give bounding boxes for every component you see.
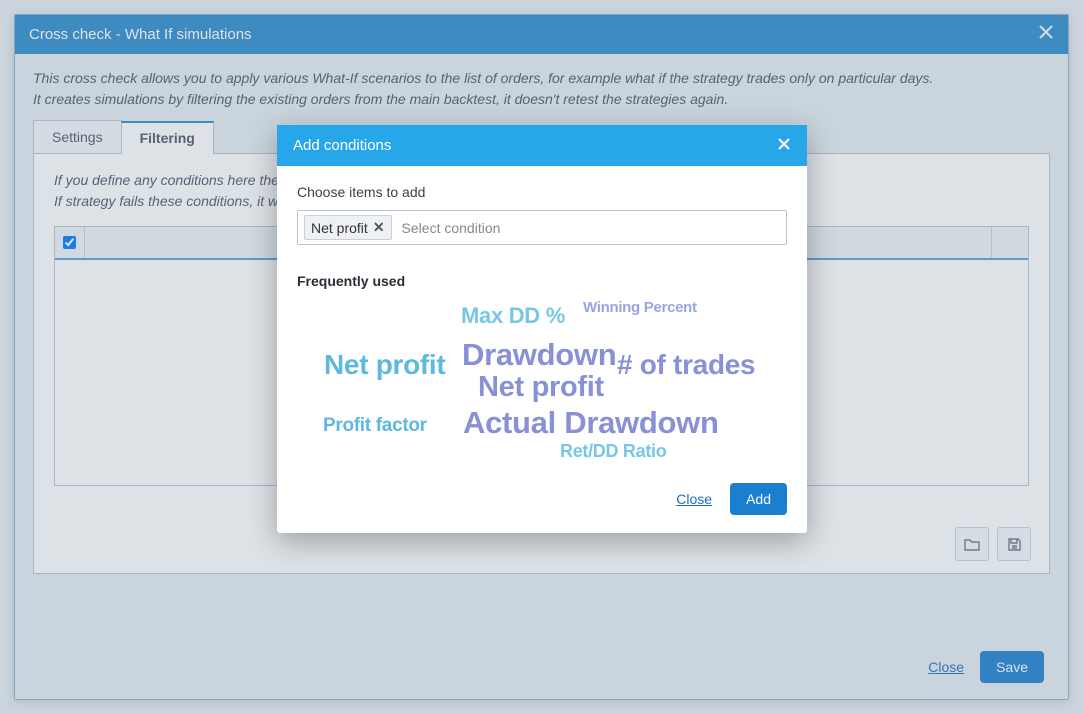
cloud-tag-winningPct[interactable]: Winning Percent bbox=[583, 299, 697, 316]
cloud-tag-netProfit2[interactable]: Net profit bbox=[478, 371, 604, 404]
add-conditions-dialog: Add conditions Choose items to add Net p… bbox=[277, 125, 807, 533]
remove-tag-icon[interactable]: ✕ bbox=[373, 219, 385, 236]
tag-chip-label: Net profit bbox=[311, 220, 368, 236]
selected-tag-chip: Net profit ✕ bbox=[304, 215, 392, 240]
add-conditions-footer: Close Add bbox=[277, 483, 807, 533]
add-button[interactable]: Add bbox=[730, 483, 787, 515]
cloud-tag-profitFactor[interactable]: Profit factor bbox=[323, 415, 427, 437]
close-button[interactable]: Close bbox=[676, 491, 712, 507]
condition-input-placeholder[interactable]: Select condition bbox=[398, 218, 780, 238]
add-conditions-title: Add conditions bbox=[293, 137, 391, 154]
condition-tag-input[interactable]: Net profit ✕ Select condition bbox=[297, 210, 787, 245]
close-icon[interactable] bbox=[777, 135, 791, 156]
cloud-tag-drawdown[interactable]: Drawdown bbox=[462, 337, 616, 373]
add-conditions-body: Choose items to add Net profit ✕ Select … bbox=[277, 166, 807, 483]
cloud-tag-netProfit1[interactable]: Net profit bbox=[324, 349, 445, 381]
cloud-tag-retDDRatio[interactable]: Ret/DD Ratio bbox=[560, 441, 666, 462]
choose-label: Choose items to add bbox=[297, 184, 787, 200]
add-conditions-header: Add conditions bbox=[277, 125, 807, 166]
frequently-used-title: Frequently used bbox=[297, 273, 787, 289]
cloud-tag-actualDD[interactable]: Actual Drawdown bbox=[463, 405, 719, 441]
cloud-tag-maxDDPct[interactable]: Max DD % bbox=[461, 303, 565, 329]
tag-cloud: Max DD %Winning PercentNet profitDrawdow… bbox=[297, 293, 787, 473]
cloud-tag-numTrades[interactable]: # of trades bbox=[617, 349, 755, 381]
